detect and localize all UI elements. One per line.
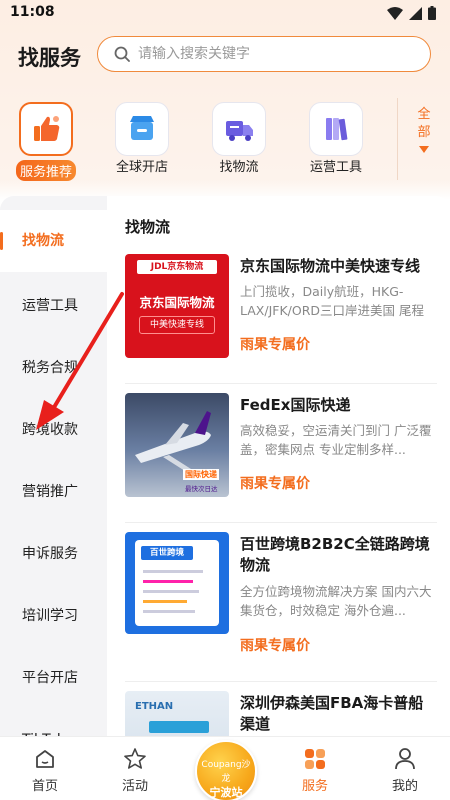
card-title: 京东国际物流中美快速专线: [240, 257, 421, 275]
card-desc: 上门揽收，Daily航班，HKG-LAX/JFK/ORD三口岸进美国 尾程预..…: [240, 284, 424, 318]
section-title: 找物流: [125, 218, 171, 236]
card-desc: 高效稳妥，空运清关门到门 广泛覆盖，密集网点 专业定制多样...: [240, 423, 432, 457]
card-price-tag: 雨果专属价: [240, 337, 310, 353]
service-card[interactable]: JDL京东物流 京东国际物流 中美快速专线 京东国际物流中美快速专线 上门揽收，…: [125, 254, 437, 384]
category-icon-box: [115, 102, 169, 156]
sidebar-item-appeal[interactable]: 申诉服务: [0, 523, 107, 585]
category-label: 服务推荐: [15, 160, 76, 181]
triangle-down-icon: [419, 146, 429, 153]
tab-label: 活动: [121, 779, 148, 794]
category-find-logistics[interactable]: 找物流: [204, 102, 274, 175]
all-label-line1: 全: [417, 107, 431, 122]
sidebar-item-marketing[interactable]: 营销推广: [0, 461, 107, 523]
tab-label: 我的: [391, 779, 418, 794]
card-desc: 全方位跨境物流解决方案 国内六大集货仓，时效稳定 海外仓遍...: [240, 584, 432, 618]
card-price-tag: 雨果专属价: [240, 638, 310, 654]
home-icon: [36, 750, 54, 768]
fedex-thumb-sub: 最快次日达: [185, 485, 218, 493]
fedex-thumb-badge: 国际快递: [183, 469, 219, 480]
category-label: 找物流: [219, 160, 259, 175]
search-input[interactable]: [138, 43, 408, 65]
sidebar-item-training[interactable]: 培训学习: [0, 585, 107, 647]
tab-activity[interactable]: 活动: [100, 745, 170, 794]
coupang-event-badge[interactable]: Coupang沙龙 宁波站: [195, 740, 257, 800]
sidebar: 找物流 运营工具 税务合规 跨境收款 营销推广 申诉服务 培训学习 平台开店 T…: [0, 196, 107, 736]
best-thumbnail: 百世跨境: [125, 532, 229, 634]
card-price-tag: 雨果专属价: [240, 476, 310, 492]
star-icon: [124, 748, 146, 769]
badge-line1: Coupang沙龙: [201, 760, 251, 784]
badge-line2: 宁波站: [209, 786, 243, 799]
category-label: 全球开店: [115, 160, 168, 175]
books-icon: [326, 118, 348, 141]
store-icon: [130, 116, 154, 140]
tab-label: 服务: [301, 779, 328, 794]
annotation-arrow: [36, 292, 124, 430]
category-service-recommend[interactable]: 服务推荐: [11, 102, 81, 181]
status-icons: [387, 6, 436, 20]
service-card[interactable]: 百世跨境 百世跨境B2B2C全链路跨境物流 全方位跨境物流解决方案 国内六大集货…: [125, 532, 437, 682]
search-icon: [114, 46, 130, 62]
tab-label: 首页: [31, 779, 58, 794]
jd-thumb-headline: 京东国际物流: [139, 295, 215, 310]
all-categories-button[interactable]: 全 部: [397, 98, 450, 180]
card-title: FedEx国际快递: [240, 396, 351, 414]
content-panel: 找物流 运营工具 税务合规 跨境收款 营销推广 申诉服务 培训学习 平台开店 T…: [0, 196, 450, 736]
category-icon-box: [19, 102, 73, 156]
jd-logo: JDL京东物流: [137, 260, 217, 274]
tab-home[interactable]: 首页: [10, 745, 80, 794]
truck-icon: [226, 121, 253, 141]
airplane-icon: [135, 411, 211, 471]
sidebar-item-tiktok[interactable]: TikTok: [0, 709, 107, 736]
wifi-icon: [387, 6, 403, 20]
category-global-store[interactable]: 全球开店: [107, 102, 177, 175]
card-title: 百世跨境B2B2C全链路跨境物流: [240, 535, 430, 574]
all-label-line2: 部: [417, 125, 431, 140]
status-time: 11:08: [10, 4, 55, 20]
service-card[interactable]: ETHAN 深圳伊森美国FBA海卡普船渠道: [125, 691, 437, 736]
sidebar-item-logistics[interactable]: 找物流: [0, 210, 107, 272]
thumbs-up-icon: [34, 116, 60, 141]
category-ops-tools[interactable]: 运营工具: [301, 102, 371, 175]
tab-service[interactable]: 服务: [280, 745, 350, 794]
user-icon: [395, 748, 415, 770]
category-icon-box: [212, 102, 266, 156]
ethan-thumbnail: ETHAN: [125, 691, 229, 736]
page-title: 找服务: [18, 46, 81, 70]
card-title: 深圳伊森美国FBA海卡普船渠道: [240, 694, 424, 733]
grid-icon: [305, 749, 325, 769]
jd-thumb-sub: 中美快速专线: [139, 316, 215, 334]
fedex-thumbnail: 国际快递 最快次日达: [125, 393, 229, 497]
ethan-logo: ETHAN: [135, 701, 174, 712]
category-label: 运营工具: [309, 160, 362, 175]
best-thumb-headline: 百世跨境: [141, 546, 193, 560]
sidebar-item-platform-store[interactable]: 平台开店: [0, 647, 107, 709]
tab-profile[interactable]: 我的: [370, 745, 440, 794]
cell-signal-icon: [409, 6, 422, 20]
category-icon-box: [309, 102, 363, 156]
status-bar: 11:08: [0, 0, 450, 26]
jd-thumbnail: JDL京东物流 京东国际物流 中美快速专线: [125, 254, 229, 358]
service-card[interactable]: 国际快递 最快次日达 FedEx国际快递 高效稳妥，空运清关门到门 广泛覆盖，密…: [125, 393, 437, 523]
battery-icon: [428, 6, 436, 20]
search-bar[interactable]: [97, 36, 431, 72]
